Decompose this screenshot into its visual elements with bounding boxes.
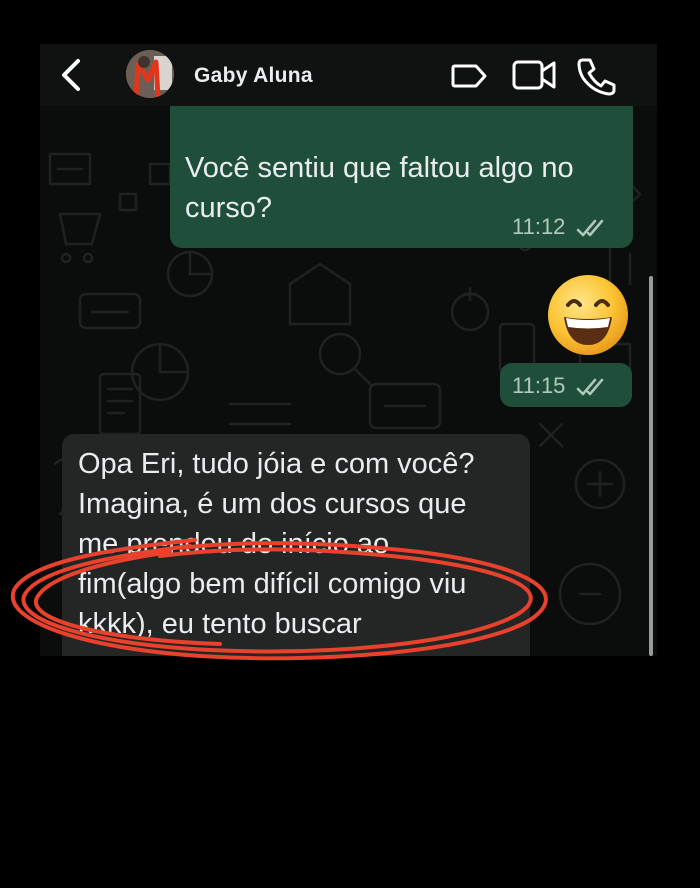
phone-call-icon[interactable] — [575, 56, 617, 101]
back-chevron-icon — [62, 59, 80, 91]
message-time: 11:15 — [512, 373, 566, 398]
chat-screen: Gaby Aluna Você sentiu que faltou algo n… — [40, 44, 657, 656]
message-time: 11:12 — [512, 214, 566, 239]
avatar[interactable] — [126, 50, 174, 98]
outgoing-message[interactable]: Você sentiu que faltou algo no curso? 11… — [170, 84, 633, 248]
label-tag-icon[interactable] — [450, 63, 488, 94]
outgoing-message[interactable]: 11:15 — [500, 363, 632, 407]
message-line: Imagina, é um dos cursos que — [78, 488, 467, 520]
message-meta: 11:12 — [512, 214, 610, 240]
back-button[interactable] — [56, 58, 86, 92]
message-line: kkkk), eu tento buscar — [78, 608, 362, 640]
incoming-message[interactable]: Opa Eri, tudo jóia e com você? Imagina, … — [62, 434, 530, 656]
message-line: fim(algo bem difícil comigo viu — [78, 568, 467, 600]
avatar-image — [126, 50, 174, 98]
video-call-icon[interactable] — [511, 58, 557, 97]
message-line: me prendeu do início ao — [78, 528, 390, 560]
message-line: Você sentiu que faltou algo no — [185, 152, 574, 184]
read-receipt-icon — [576, 219, 603, 237]
emoji-message[interactable] — [546, 273, 630, 357]
contact-name[interactable]: Gaby Aluna — [194, 64, 313, 88]
scrollbar[interactable] — [649, 276, 653, 656]
read-receipt-icon — [576, 378, 603, 396]
grinning-face-emoji-icon — [548, 275, 628, 355]
chat-header: Gaby Aluna — [40, 44, 657, 106]
message-line: Opa Eri, tudo jóia e com você? — [78, 448, 475, 480]
message-meta: 11:15 — [512, 373, 610, 399]
